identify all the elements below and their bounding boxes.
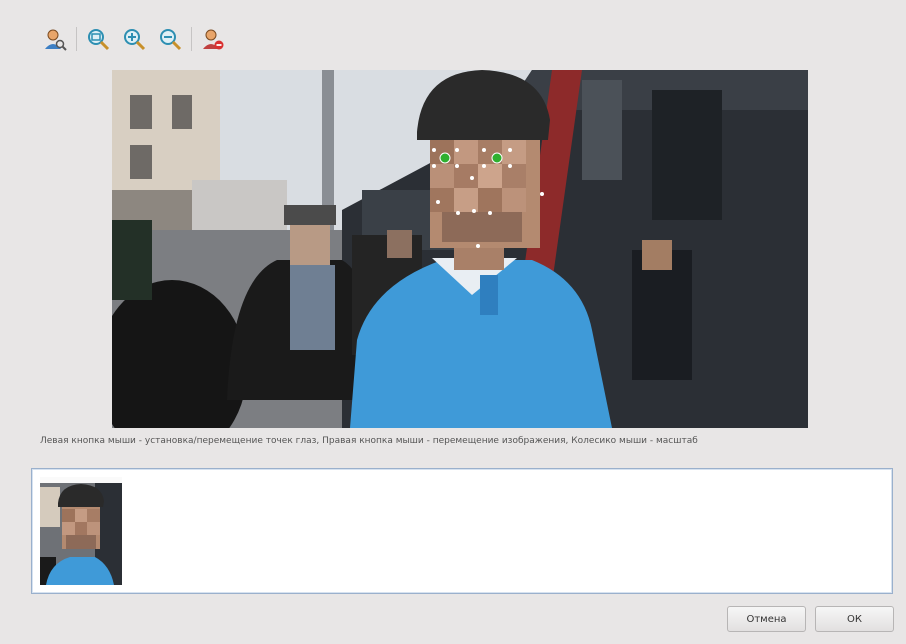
- user-search-icon: [45, 29, 67, 51]
- toolbar-separator: [191, 27, 192, 51]
- toolbar-separator: [76, 27, 77, 51]
- zoom-fit-button[interactable]: [83, 24, 113, 54]
- zoom-in-button[interactable]: [119, 24, 149, 54]
- face-thumbnail[interactable]: [40, 477, 122, 585]
- faces-panel[interactable]: [31, 468, 893, 594]
- zoom-out-icon: [160, 29, 182, 51]
- face-thumbnail-image: [40, 477, 122, 585]
- image-viewer[interactable]: [112, 70, 808, 428]
- cancel-button[interactable]: Отмена: [727, 606, 806, 632]
- photo-scene: [112, 70, 808, 428]
- ok-button[interactable]: ОК: [815, 606, 894, 632]
- remove-face-button[interactable]: [198, 24, 228, 54]
- user-remove-icon: [203, 29, 224, 50]
- zoom-fit-icon: [88, 29, 110, 51]
- toolbar: [40, 22, 234, 56]
- zoom-in-icon: [124, 29, 146, 51]
- zoom-out-button[interactable]: [155, 24, 185, 54]
- mouse-hint-text: Левая кнопка мыши - установка/перемещени…: [40, 436, 698, 446]
- detect-face-button[interactable]: [40, 24, 70, 54]
